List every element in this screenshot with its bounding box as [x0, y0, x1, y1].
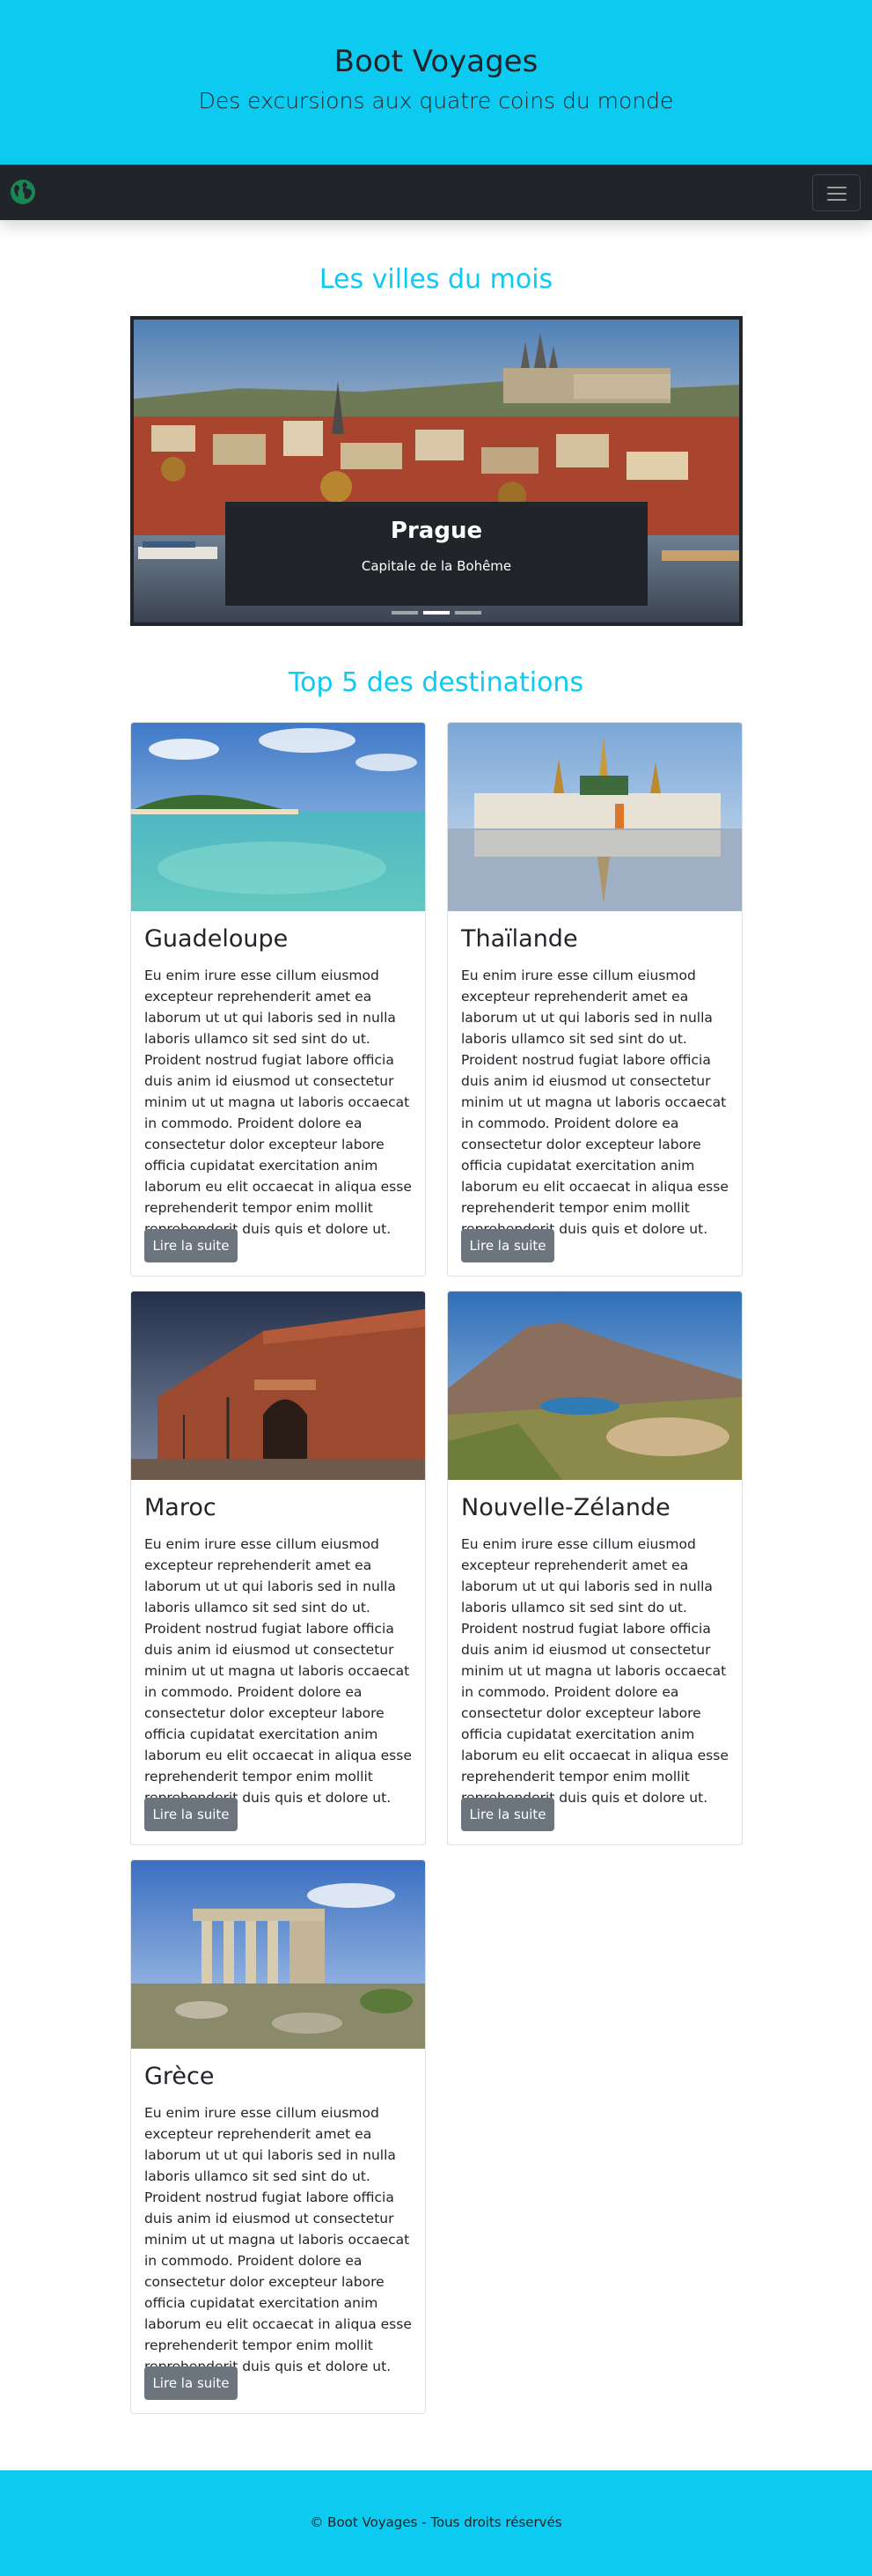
destination-card-maroc: Maroc Eu enim irure esse cillum eiusmod … — [130, 1291, 426, 1845]
site-title: Boot Voyages — [333, 44, 539, 79]
hamburger-menu-icon — [827, 187, 846, 188]
hamburger-line — [827, 199, 846, 201]
guadeloupe-photo — [131, 723, 425, 911]
maroc-photo — [131, 1292, 425, 1480]
card-text: Eu enim irure esse cillum eiusmod except… — [461, 1536, 729, 1806]
navbar-toggler-button[interactable] — [812, 174, 861, 211]
hamburger-line — [827, 193, 846, 195]
carousel-section-title: Les villes du mois — [319, 264, 553, 295]
carousel-slide-caption: Capitale de la Bohême — [361, 558, 512, 574]
site-header: Boot Voyages Des excursions aux quatre c… — [0, 0, 872, 165]
carousel-caption: Prague Capitale de la Bohême — [225, 502, 648, 606]
read-more-button[interactable]: Lire la suite — [461, 1229, 554, 1262]
read-more-button[interactable]: Lire la suite — [144, 1229, 238, 1262]
carousel-slide-title: Prague — [390, 518, 483, 544]
destination-card-guadeloupe: Guadeloupe Eu enim irure esse cillum eiu… — [130, 722, 426, 1277]
card-title: Nouvelle-Zélande — [461, 1494, 670, 1521]
card-text: Eu enim irure esse cillum eiusmod except… — [461, 968, 729, 1237]
site-footer: © Boot Voyages - Tous droits réservés — [0, 2470, 872, 2576]
globe-icon[interactable] — [9, 178, 37, 206]
navbar — [0, 165, 872, 220]
carousel-indicator[interactable] — [455, 611, 481, 615]
destination-card-grece: Grèce Eu enim irure esse cillum eiusmod … — [130, 1859, 426, 2414]
card-title: Guadeloupe — [144, 925, 289, 953]
footer-copyright: © Boot Voyages - Tous droits réservés — [310, 2514, 562, 2530]
carousel-indicator[interactable] — [392, 611, 418, 615]
city-carousel[interactable]: Prague Capitale de la Bohême — [130, 316, 743, 626]
card-title: Maroc — [144, 1494, 216, 1521]
destination-card-nouvelle-zelande: Nouvelle-Zélande Eu enim irure esse cill… — [447, 1291, 743, 1845]
card-title: Thaïlande — [461, 925, 578, 953]
grece-photo — [131, 1860, 425, 2049]
read-more-button[interactable]: Lire la suite — [461, 1798, 554, 1831]
read-more-button[interactable]: Lire la suite — [144, 2366, 238, 2400]
carousel-indicators — [134, 601, 739, 618]
card-title: Grèce — [144, 2063, 215, 2090]
carousel-indicator-active[interactable] — [423, 611, 450, 615]
nouvelle-zelande-photo — [448, 1292, 742, 1480]
read-more-button[interactable]: Lire la suite — [144, 1798, 238, 1831]
destinations-section-title: Top 5 des destinations — [288, 667, 584, 698]
card-text: Eu enim irure esse cillum eiusmod except… — [144, 968, 412, 1237]
site-subtitle: Des excursions aux quatre coins du monde — [198, 88, 674, 114]
thailande-photo — [448, 723, 742, 911]
card-text: Eu enim irure esse cillum eiusmod except… — [144, 2105, 412, 2374]
destination-card-thailande: Thaïlande Eu enim irure esse cillum eius… — [447, 722, 743, 1277]
card-text: Eu enim irure esse cillum eiusmod except… — [144, 1536, 412, 1806]
